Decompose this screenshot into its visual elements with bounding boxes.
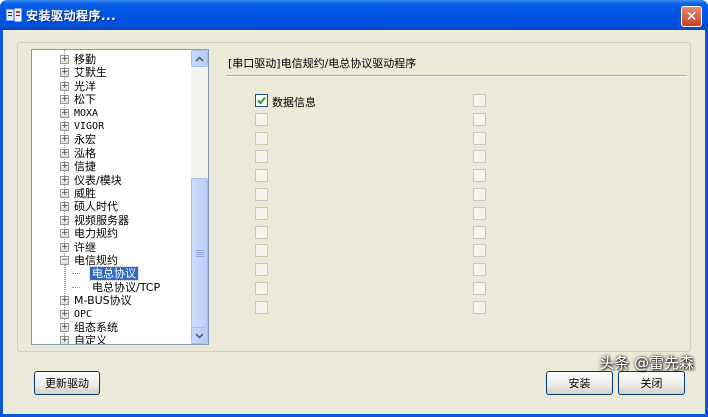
expand-icon[interactable]: +: [60, 68, 69, 78]
tree-item-label: 电信规约: [74, 254, 118, 267]
install-driver-window: 安装驱动程序... ✕ + 移勤 + 艾默生 + 光洋 + 松下 + MOXA + VIGOR + 永宏 +…: [0, 0, 708, 417]
tree-item-label: 电总协议: [89, 266, 139, 282]
data-info-checkbox[interactable]: [255, 94, 268, 107]
tree-item-label: 光洋: [74, 79, 96, 93]
scroll-down-button[interactable]: [191, 327, 208, 344]
expand-icon[interactable]: +: [60, 309, 69, 319]
tree-child-line: [65, 265, 66, 290]
empty-checkbox[interactable]: [473, 225, 486, 239]
empty-checkbox[interactable]: [255, 244, 268, 258]
close-button[interactable]: 关闭: [618, 371, 685, 395]
tree-item-label: 仪表/模块: [74, 173, 122, 187]
empty-checkbox[interactable]: [255, 263, 268, 277]
tree-item-label: 威胜: [74, 187, 96, 200]
empty-checkbox[interactable]: [255, 282, 268, 295]
watermark: 头条 @雷先森: [599, 354, 694, 372]
expand-icon[interactable]: +: [60, 55, 69, 64]
data-info-label: 数据信息: [272, 96, 316, 109]
close-label: 关闭: [640, 377, 663, 390]
empty-checkbox[interactable]: [473, 282, 486, 295]
expand-icon[interactable]: +: [60, 175, 69, 185]
empty-checkbox[interactable]: [473, 94, 486, 107]
chevron-down-icon: [195, 332, 204, 339]
empty-checkbox[interactable]: [473, 169, 486, 183]
tree-scrollbar[interactable]: [191, 50, 208, 344]
empty-checkbox[interactable]: [255, 112, 268, 126]
checkmark-icon: [257, 96, 266, 105]
tree-item-label: 组态系统: [74, 321, 118, 334]
expand-icon[interactable]: +: [60, 202, 69, 212]
tree-content: + 移勤 + 艾默生 + 光洋 + 松下 + MOXA + VIGOR + 永宏 + 泓格 + 信捷 + 仪表/模块 +…: [32, 50, 192, 344]
tree-item-label: 松下: [74, 93, 96, 107]
empty-checkbox[interactable]: [473, 131, 486, 145]
empty-checkbox[interactable]: [255, 131, 268, 145]
tree-item-label: MOXA: [74, 107, 99, 119]
app-icon: [6, 8, 22, 22]
tree-item-label: VIGOR: [74, 121, 105, 132]
install-label: 安装: [568, 377, 591, 390]
empty-checkbox[interactable]: [255, 300, 268, 314]
tree-branch-line: [72, 273, 80, 275]
expand-icon[interactable]: +: [60, 229, 69, 239]
collapse-icon[interactable]: −: [60, 256, 69, 265]
chevron-up-icon: [195, 55, 204, 62]
empty-checkbox[interactable]: [473, 112, 486, 126]
tree-item-label: 许继: [74, 240, 96, 254]
expand-icon[interactable]: +: [60, 296, 69, 306]
empty-checkbox[interactable]: [473, 188, 486, 201]
install-button[interactable]: 安装: [546, 371, 613, 395]
driver-tree[interactable]: + 移勤 + 艾默生 + 光洋 + 松下 + MOXA + VIGOR + 永宏 + 泓格 + 信捷 + 仪表/模块 +…: [31, 49, 209, 345]
tree-item-label: 泓格: [74, 146, 96, 160]
expand-icon[interactable]: +: [60, 242, 69, 252]
close-icon: ✕: [685, 8, 698, 25]
empty-checkbox[interactable]: [255, 188, 268, 201]
title-bar[interactable]: 安装驱动程序... ✕: [0, 0, 708, 30]
tree-item-label: M-BUS协议: [74, 294, 132, 308]
expand-icon[interactable]: +: [60, 189, 69, 198]
empty-checkbox[interactable]: [255, 225, 268, 239]
window-title: 安装驱动程序...: [26, 9, 117, 23]
update-driver-button[interactable]: 更新驱动: [34, 371, 100, 395]
tree-item-label: 永宏: [74, 133, 96, 147]
section-divider: [226, 75, 687, 77]
empty-checkbox[interactable]: [473, 206, 486, 220]
tree-item-label: OPC: [74, 308, 93, 320]
close-window-button[interactable]: ✕: [681, 6, 702, 27]
empty-checkbox[interactable]: [473, 150, 486, 164]
tree-item-label: 自定义: [74, 334, 107, 344]
expand-icon[interactable]: +: [60, 215, 69, 225]
tree-item-label: 移勤: [74, 53, 96, 66]
tree-branch-line: [72, 286, 80, 288]
expand-icon[interactable]: +: [60, 135, 69, 145]
empty-checkbox[interactable]: [473, 263, 486, 277]
empty-checkbox[interactable]: [255, 206, 268, 220]
tree-item-label: 艾默生: [74, 66, 107, 80]
empty-checkbox[interactable]: [255, 169, 268, 183]
tree-item-label: 硕人时代: [74, 200, 118, 214]
update-driver-label: 更新驱动: [45, 377, 89, 390]
empty-checkbox[interactable]: [473, 244, 486, 258]
tree-item-label: 电总协议/TCP: [92, 280, 161, 294]
tree-item-label: 电力规约: [74, 227, 118, 241]
tree-item-label: 信捷: [74, 160, 96, 174]
expand-icon[interactable]: +: [60, 148, 69, 158]
scroll-up-button[interactable]: [191, 50, 208, 67]
expand-icon[interactable]: +: [60, 81, 69, 91]
expand-icon[interactable]: +: [60, 122, 69, 131]
expand-icon[interactable]: +: [60, 162, 69, 172]
scroll-thumb[interactable]: [191, 178, 208, 328]
driver-section-title: [串口驱动]电信规约/电总协议驱动程序: [228, 57, 417, 70]
tree-item-label: 视频服务器: [74, 213, 129, 227]
expand-icon[interactable]: +: [60, 108, 69, 118]
empty-checkbox[interactable]: [473, 300, 486, 314]
empty-checkbox[interactable]: [255, 150, 268, 164]
expand-icon[interactable]: +: [60, 95, 69, 105]
expand-icon[interactable]: +: [60, 336, 69, 344]
expand-icon[interactable]: +: [60, 323, 69, 332]
